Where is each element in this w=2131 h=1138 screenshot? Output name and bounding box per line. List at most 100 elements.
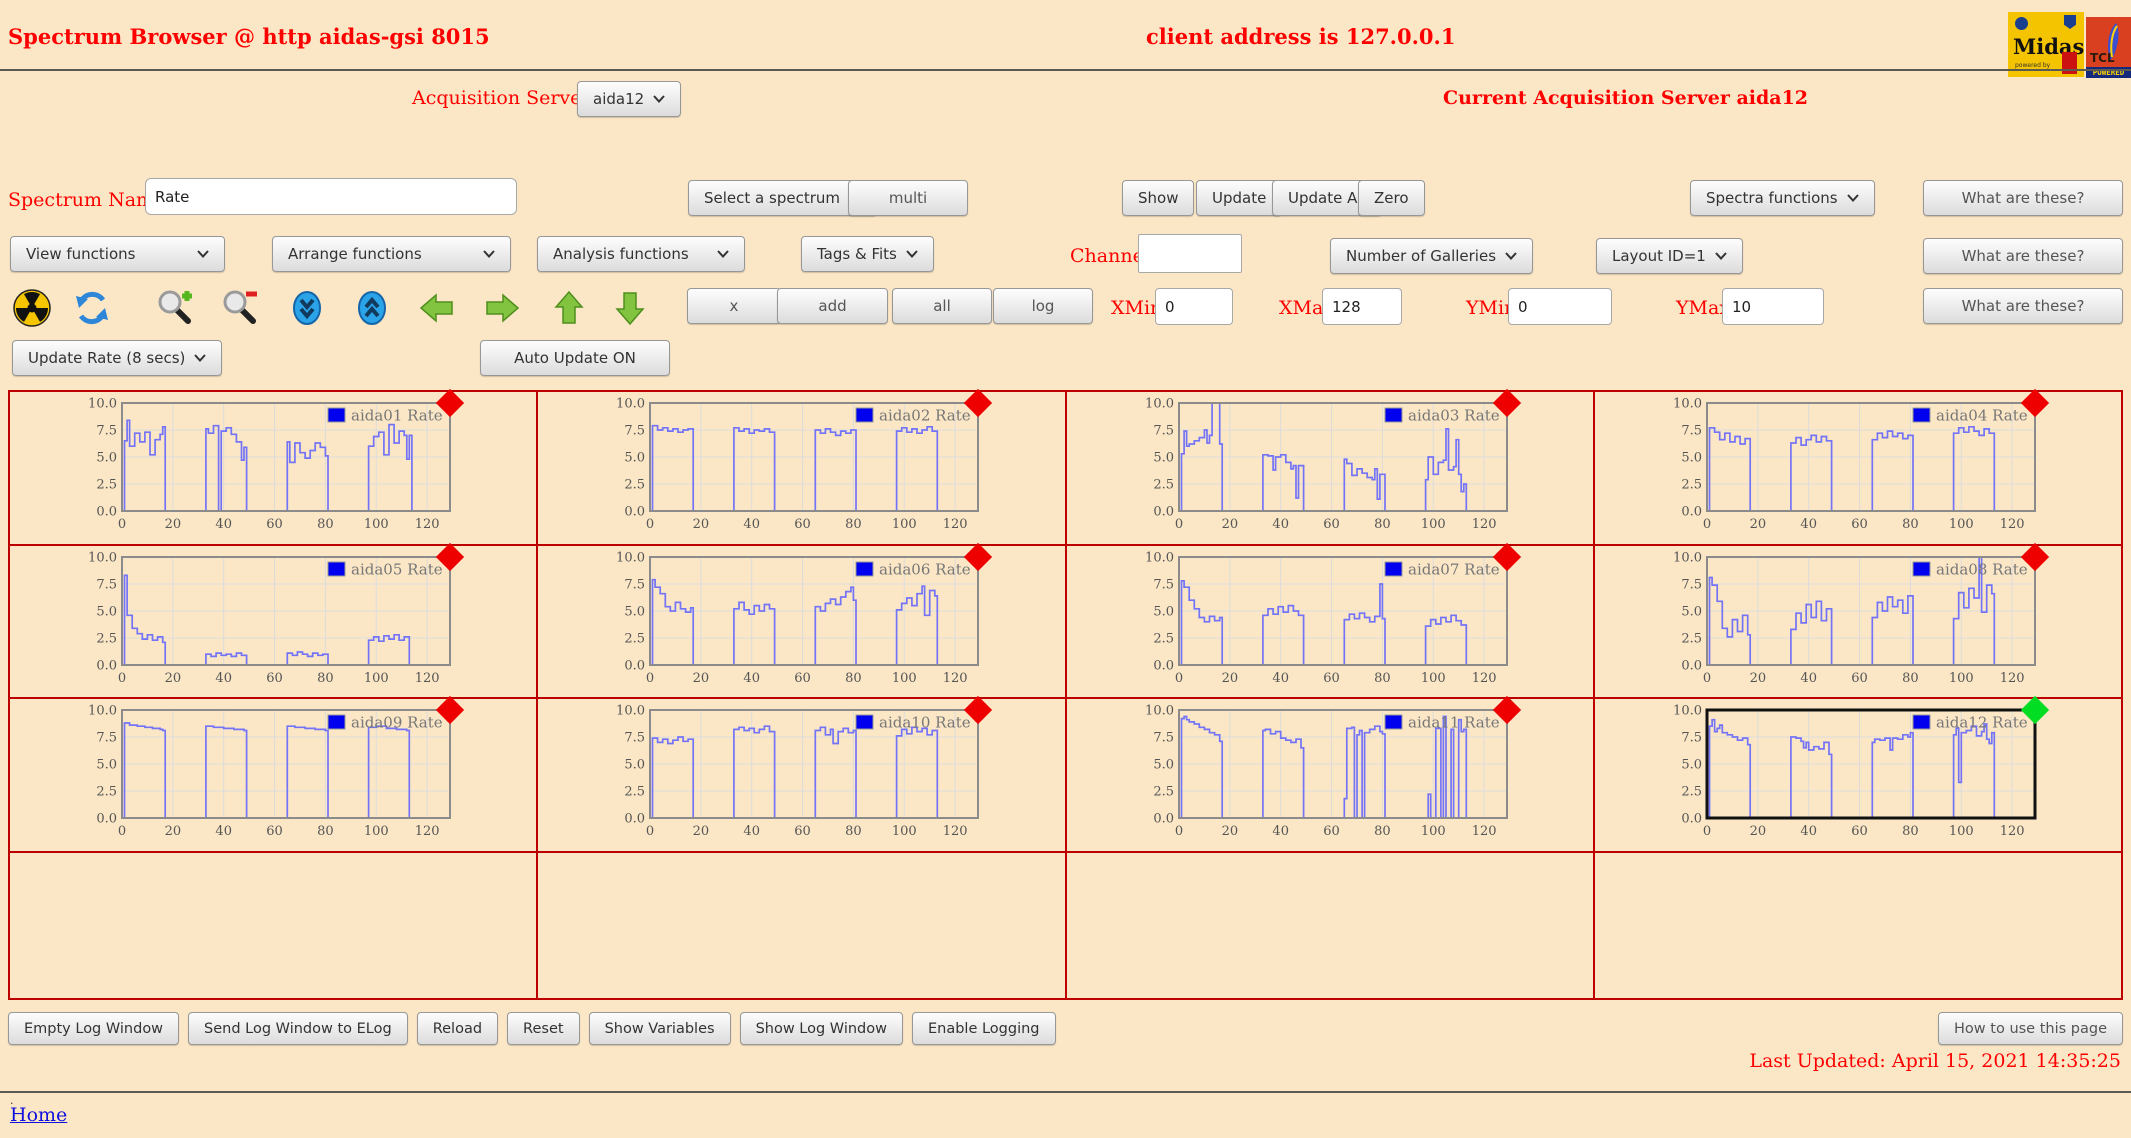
show-log-window-button[interactable]: Show Log Window <box>739 1012 903 1045</box>
all-button[interactable]: all <box>892 288 992 324</box>
how-to-use-button[interactable]: How to use this page <box>1938 1012 2123 1045</box>
gallery-cell[interactable]: 0.0 2.5 5.0 7.5 10.0 0 20 40 60 80 100 120 aida12 Ra… <box>1593 695 2122 852</box>
gallery-cell[interactable]: 0.0 2.5 5.0 7.5 10.0 0 20 40 60 80 100 120 aida06 Ra… <box>537 542 1066 698</box>
gallery-cell[interactable]: 0.0 2.5 5.0 7.5 10.0 0 20 40 60 80 100 120 aida03 Ra… <box>1065 388 1594 545</box>
add-button[interactable]: add <box>777 288 888 324</box>
rate-chart[interactable]: 0.0 2.5 5.0 7.5 10.0 0 20 40 60 80 100 120 aida11 Ra… <box>1139 704 1515 840</box>
rate-chart[interactable]: 0.0 2.5 5.0 7.5 10.0 0 20 40 60 80 100 120 aida05 Ra… <box>82 551 458 687</box>
svg-text:0: 0 <box>1174 671 1182 686</box>
what-are-these-button-2[interactable]: What are these? <box>1923 238 2123 274</box>
arrange-functions-dropdown[interactable]: Arrange functions <box>272 236 511 272</box>
ymax-input[interactable] <box>1722 288 1824 325</box>
gallery-cell[interactable]: 0.0 2.5 5.0 7.5 10.0 0 20 40 60 80 100 120 aida04 Ra… <box>1593 388 2122 545</box>
refresh-icon[interactable] <box>72 288 112 328</box>
svg-text:5.0: 5.0 <box>96 451 117 466</box>
zoom-in-icon[interactable] <box>155 288 195 328</box>
shift-left-icon[interactable] <box>417 288 457 328</box>
rate-chart[interactable]: 0.0 2.5 5.0 7.5 10.0 0 20 40 60 80 100 120 aida07 Ra… <box>1139 551 1515 687</box>
ymin-input[interactable] <box>1508 288 1612 325</box>
svg-text:2.5: 2.5 <box>625 785 646 800</box>
rate-chart[interactable]: 0.0 2.5 5.0 7.5 10.0 0 20 40 60 80 100 120 aida03 Ra… <box>1139 397 1515 533</box>
update-button[interactable]: Update <box>1196 180 1283 216</box>
view-functions-dropdown[interactable]: View functions <box>10 236 225 272</box>
reset-button[interactable]: Reset <box>507 1012 580 1045</box>
midas-powered-by-text: powered by <box>2015 62 2051 69</box>
enable-logging-button[interactable]: Enable Logging <box>911 1012 1056 1045</box>
svg-text:80: 80 <box>1374 517 1391 532</box>
rate-chart[interactable]: 0.0 2.5 5.0 7.5 10.0 0 20 40 60 80 100 120 aida02 Ra… <box>610 397 986 533</box>
auto-update-button[interactable]: Auto Update ON <box>480 340 670 376</box>
gallery-cell-empty <box>537 852 1066 999</box>
empty-log-window-button[interactable]: Empty Log Window <box>8 1012 180 1045</box>
svg-text:2.5: 2.5 <box>1153 632 1174 647</box>
rate-chart[interactable]: 0.0 2.5 5.0 7.5 10.0 0 20 40 60 80 100 120 aida04 Ra… <box>1667 397 2043 533</box>
gallery-cell[interactable]: 0.0 2.5 5.0 7.5 10.0 0 20 40 60 80 100 120 aida07 Ra… <box>1065 542 1594 698</box>
svg-text:10.0: 10.0 <box>1673 704 1702 719</box>
layout-id-dropdown[interactable]: Layout ID=1 <box>1596 238 1743 274</box>
home-link[interactable]: Home <box>10 1104 67 1126</box>
zero-button[interactable]: Zero <box>1358 180 1425 216</box>
svg-text:80: 80 <box>317 671 334 686</box>
multi-button[interactable]: multi <box>848 180 968 216</box>
collapse-y-icon[interactable] <box>287 288 327 328</box>
shift-down-icon[interactable] <box>610 288 650 328</box>
rate-chart[interactable]: 0.0 2.5 5.0 7.5 10.0 0 20 40 60 80 100 120 aida06 Ra… <box>610 551 986 687</box>
svg-text:2.5: 2.5 <box>625 478 646 493</box>
what-are-these-button-1[interactable]: What are these? <box>1923 180 2123 216</box>
shift-right-icon[interactable] <box>482 288 522 328</box>
midas-logo[interactable]: Midas powered by <box>2008 12 2084 77</box>
rate-chart[interactable]: 0.0 2.5 5.0 7.5 10.0 0 20 40 60 80 100 120 aida10 Ra… <box>610 704 986 840</box>
gallery-cell[interactable]: 0.0 2.5 5.0 7.5 10.0 0 20 40 60 80 100 120 aida02 Ra… <box>537 388 1066 545</box>
gallery-cell[interactable]: 0.0 2.5 5.0 7.5 10.0 0 20 40 60 80 100 120 aida05 Ra… <box>9 542 538 698</box>
gallery-cell[interactable]: 0.0 2.5 5.0 7.5 10.0 0 20 40 60 80 100 120 aida09 Ra… <box>9 695 538 852</box>
midas-shield-icon <box>2064 15 2076 29</box>
svg-text:20: 20 <box>693 824 710 839</box>
number-of-galleries-dropdown[interactable]: Number of Galleries <box>1330 238 1534 274</box>
gallery-cell[interactable]: 0.0 2.5 5.0 7.5 10.0 0 20 40 60 80 100 120 aida11 Ra… <box>1065 695 1594 852</box>
shift-up-icon[interactable] <box>549 288 589 328</box>
svg-text:7.5: 7.5 <box>625 578 646 593</box>
acquisition-server-select[interactable]: aida12 <box>577 81 682 117</box>
svg-text:40: 40 <box>215 824 232 839</box>
what-are-these-button-3[interactable]: What are these? <box>1923 288 2123 324</box>
send-log-to-elog-button[interactable]: Send Log Window to ELog <box>188 1012 408 1045</box>
gallery-cell[interactable]: 0.0 2.5 5.0 7.5 10.0 0 20 40 60 80 100 120 aida01 Ra… <box>9 388 538 545</box>
svg-text:5.0: 5.0 <box>1153 451 1174 466</box>
analysis-functions-dropdown[interactable]: Analysis functions <box>537 236 745 272</box>
svg-text:2.5: 2.5 <box>1681 785 1702 800</box>
channel-input[interactable] <box>1138 234 1242 273</box>
rate-chart[interactable]: 0.0 2.5 5.0 7.5 10.0 0 20 40 60 80 100 120 aida08 Ra… <box>1667 551 2043 687</box>
rate-chart[interactable]: 0.0 2.5 5.0 7.5 10.0 0 20 40 60 80 100 120 aida12 Ra… <box>1667 704 2043 840</box>
zoom-out-icon[interactable] <box>220 288 260 328</box>
x-axis-button[interactable]: x <box>687 288 781 324</box>
show-variables-button[interactable]: Show Variables <box>588 1012 731 1045</box>
spectrum-name-input[interactable] <box>145 178 517 215</box>
svg-text:20: 20 <box>1221 671 1238 686</box>
reload-button[interactable]: Reload <box>416 1012 499 1045</box>
log-button[interactable]: log <box>993 288 1093 324</box>
svg-text:100: 100 <box>364 517 389 532</box>
svg-text:40: 40 <box>215 517 232 532</box>
spectra-functions-dropdown[interactable]: Spectra functions <box>1690 180 1875 216</box>
show-button[interactable]: Show <box>1122 180 1195 216</box>
svg-text:120: 120 <box>1999 824 2024 839</box>
rate-chart[interactable]: 0.0 2.5 5.0 7.5 10.0 0 20 40 60 80 100 120 aida01 Ra… <box>82 397 458 533</box>
footer-divider <box>0 1091 2131 1093</box>
gallery-cell[interactable]: 0.0 2.5 5.0 7.5 10.0 0 20 40 60 80 100 120 aida08 Ra… <box>1593 542 2122 698</box>
update-rate-dropdown[interactable]: Update Rate (8 secs) <box>12 340 223 376</box>
radiation-icon[interactable] <box>12 288 52 328</box>
xmax-input[interactable] <box>1322 288 1402 325</box>
gallery-cell[interactable]: 0.0 2.5 5.0 7.5 10.0 0 20 40 60 80 100 120 aida10 Ra… <box>537 695 1066 852</box>
expand-y-icon[interactable] <box>352 288 392 328</box>
spectrum-browser-page: Spectrum Browser @ http aidas-gsi 8015 c… <box>0 0 2131 1138</box>
svg-text:40: 40 <box>1272 824 1289 839</box>
tags-fits-dropdown[interactable]: Tags & Fits <box>801 236 934 272</box>
svg-text:aida05 Rate: aida05 Rate <box>351 561 443 579</box>
xmin-input[interactable] <box>1155 288 1233 325</box>
svg-text:7.5: 7.5 <box>1153 578 1174 593</box>
svg-text:2.5: 2.5 <box>96 478 117 493</box>
svg-text:80: 80 <box>1374 824 1391 839</box>
svg-text:100: 100 <box>1949 671 1974 686</box>
rate-chart[interactable]: 0.0 2.5 5.0 7.5 10.0 0 20 40 60 80 100 120 aida09 Ra… <box>82 704 458 840</box>
svg-text:aida01 Rate: aida01 Rate <box>351 407 443 425</box>
